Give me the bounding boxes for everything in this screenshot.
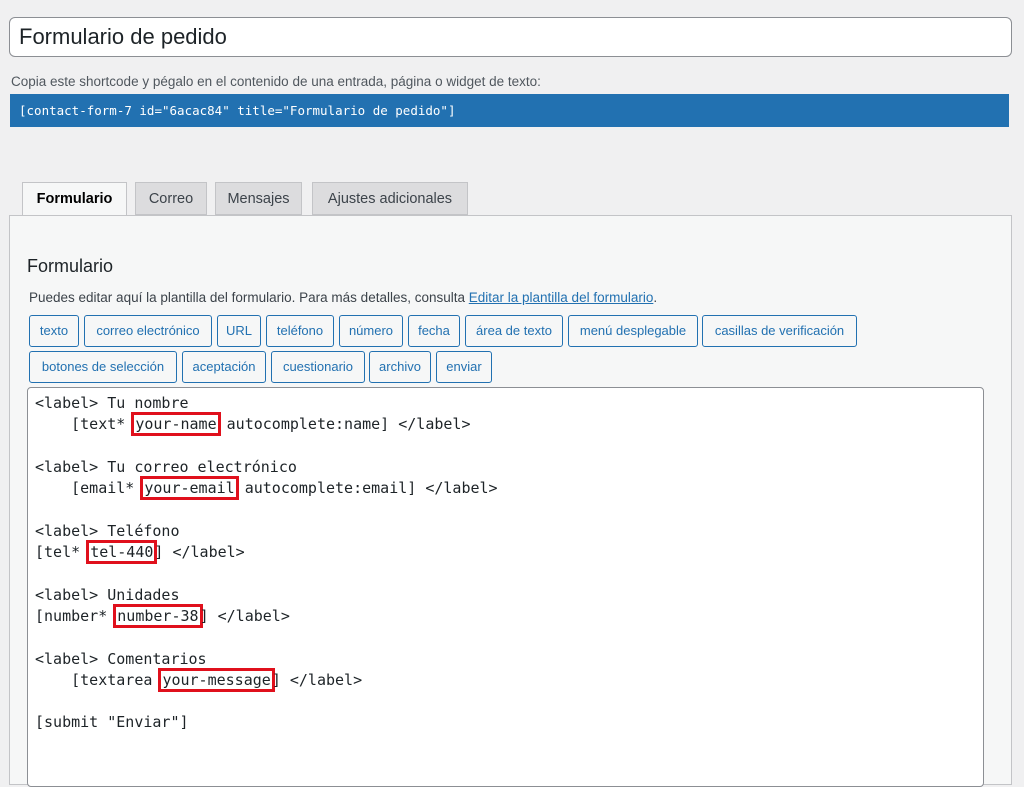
shortcode-hint: Copia este shortcode y pégalo en el cont…	[11, 74, 541, 89]
code-line: ] </label>	[271, 670, 363, 689]
code-line: [number*	[35, 606, 117, 625]
edit-template-link[interactable]: Editar la plantilla del formulario	[469, 290, 654, 305]
code-line: ] </label>	[199, 606, 290, 625]
tab-mensajes[interactable]: Mensajes	[215, 182, 302, 215]
code-line: [tel*	[35, 543, 90, 562]
code-line: <label> Comentarios	[35, 649, 207, 668]
tab-ajustes-adicionales[interactable]: Ajustes adicionales	[312, 182, 468, 215]
code-line: [text*	[35, 415, 135, 434]
highlighted-field-email: your-email	[140, 476, 239, 501]
code-line: <label> Unidades	[35, 585, 180, 604]
tag-button-enviar[interactable]: enviar	[436, 351, 492, 383]
tag-button-menu[interactable]: menú desplegable	[568, 315, 698, 347]
panel-title: Formulario	[27, 256, 114, 276]
tab-formulario[interactable]: Formulario	[22, 182, 127, 217]
tag-button-cuestionario[interactable]: cuestionario	[271, 351, 365, 383]
panel-desc-text: Puedes editar aquí la plantilla del form…	[29, 290, 469, 305]
tag-button-fecha[interactable]: fecha	[408, 315, 460, 347]
form-title-input[interactable]: Formulario de pedido	[9, 17, 1012, 57]
tag-button-seleccion[interactable]: botones de selección	[29, 351, 177, 383]
highlighted-field-name: your-name	[131, 412, 221, 437]
highlighted-field-number: number-38	[113, 603, 203, 628]
code-line: autocomplete:email] </label>	[235, 479, 498, 498]
tag-button-aceptacion[interactable]: aceptación	[182, 351, 266, 383]
tag-button-correo[interactable]: correo electrónico	[84, 315, 212, 347]
tag-button-archivo[interactable]: archivo	[369, 351, 431, 383]
form-template-code[interactable]: <label> Tu nombre [text* your-name autoc…	[35, 393, 498, 734]
highlighted-field-tel: tel-440	[86, 540, 158, 565]
code-line: <label> Teléfono	[35, 521, 180, 540]
code-line: [textarea	[35, 670, 162, 689]
code-line: [email*	[35, 479, 144, 498]
tag-button-area-texto[interactable]: área de texto	[465, 315, 563, 347]
tab-correo[interactable]: Correo	[135, 182, 207, 215]
code-line: [submit "Enviar"]	[35, 713, 189, 732]
code-line: ] </label>	[154, 543, 245, 562]
code-line: <label> Tu nombre	[35, 394, 189, 412]
tag-button-texto[interactable]: texto	[29, 315, 79, 347]
tag-button-numero[interactable]: número	[339, 315, 403, 347]
shortcode-box[interactable]: [contact-form-7 id="6acac84" title="Form…	[10, 94, 1009, 127]
panel-description: Puedes editar aquí la plantilla del form…	[29, 290, 657, 305]
panel-desc-end: .	[653, 290, 658, 305]
highlighted-field-message: your-message	[158, 667, 275, 692]
code-line: <label> Tu correo electrónico	[35, 457, 297, 476]
tag-button-url[interactable]: URL	[217, 315, 261, 347]
tag-button-casillas[interactable]: casillas de verificación	[702, 315, 857, 347]
code-line: autocomplete:name] </label>	[217, 415, 471, 434]
tag-button-telefono[interactable]: teléfono	[266, 315, 334, 347]
